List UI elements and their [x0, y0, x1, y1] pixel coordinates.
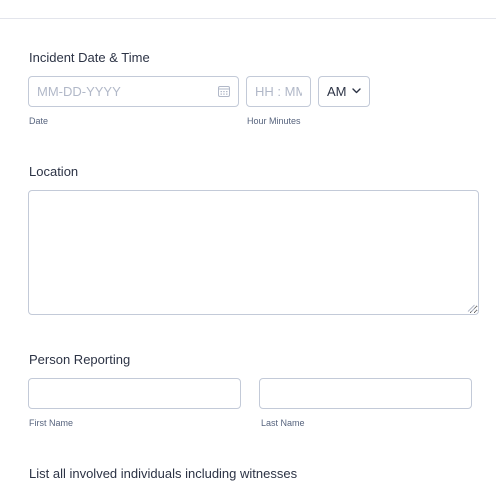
person-reporting-label: Person Reporting: [29, 352, 131, 367]
first-name-input[interactable]: [28, 378, 241, 409]
location-textarea[interactable]: [28, 190, 479, 315]
date-sublabel: Date: [29, 116, 49, 126]
ampm-select[interactable]: AM: [318, 76, 370, 107]
chevron-down-icon: [352, 88, 361, 94]
incident-datetime-label: Incident Date & Time: [29, 50, 150, 65]
resize-grip-icon[interactable]: [467, 304, 475, 312]
last-name-sublabel: Last Name: [261, 418, 305, 428]
involved-individuals-label: List all involved individuals including …: [29, 466, 298, 481]
last-name-input[interactable]: [259, 378, 472, 409]
time-sublabel: Hour Minutes: [247, 116, 301, 126]
time-input[interactable]: [246, 76, 311, 107]
first-name-sublabel: First Name: [29, 418, 74, 428]
location-label: Location: [29, 164, 79, 179]
top-divider: [0, 18, 496, 19]
calendar-icon[interactable]: [218, 85, 230, 97]
ampm-value: AM: [327, 84, 347, 99]
date-input[interactable]: [28, 76, 239, 107]
